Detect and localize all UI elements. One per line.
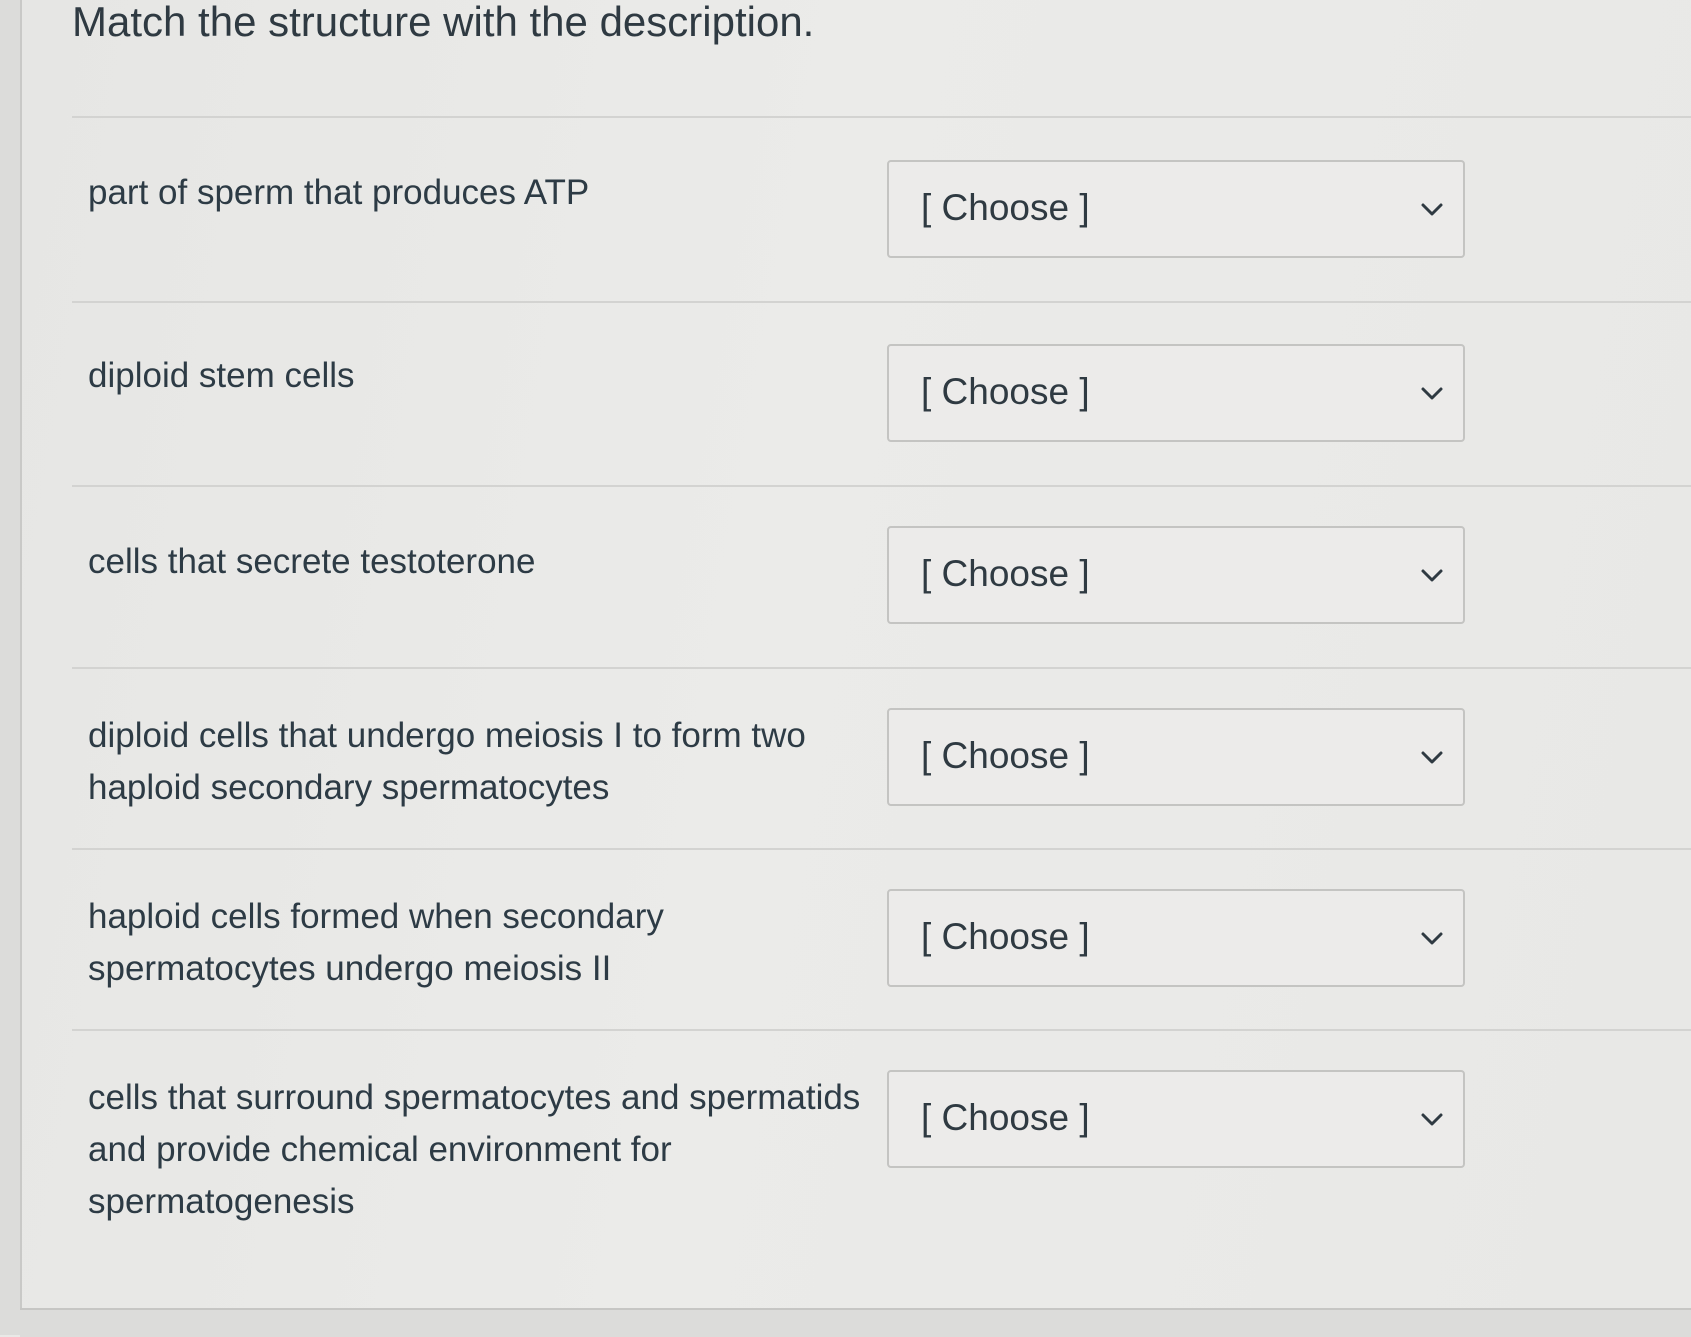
match-row: diploid cells that undergo meiosis I to … [72, 668, 1691, 848]
match-description: haploid cells formed when secondary sper… [88, 897, 664, 988]
chevron-down-icon [1421, 387, 1443, 400]
match-description: part of sperm that produces ATP [88, 173, 590, 212]
answer-dropdown[interactable]: [ Choose ] [887, 344, 1465, 442]
chevron-down-icon [1421, 569, 1443, 582]
match-description: diploid cells that undergo meiosis I to … [88, 716, 806, 807]
answer-dropdown[interactable]: [ Choose ] [887, 1070, 1465, 1168]
match-description: diploid stem cells [88, 356, 355, 395]
match-row: haploid cells formed when secondary sper… [72, 849, 1691, 1029]
dropdown-selected-value: [ Choose ] [921, 916, 1090, 957]
panel-bottom-border [20, 1308, 1691, 1337]
answer-dropdown[interactable]: [ Choose ] [887, 160, 1465, 258]
dropdown-selected-value: [ Choose ] [921, 187, 1090, 228]
answer-dropdown[interactable]: [ Choose ] [887, 526, 1465, 624]
panel-left-border [0, 0, 22, 1335]
dropdown-selected-value: [ Choose ] [921, 1097, 1090, 1138]
dropdown-selected-value: [ Choose ] [921, 735, 1090, 776]
match-row: part of sperm that produces ATP [ Choose… [72, 117, 1691, 301]
match-row: cells that secrete testoterone [ Choose … [72, 486, 1691, 667]
chevron-down-icon [1421, 203, 1443, 216]
match-description: cells that surround spermatocytes and sp… [88, 1078, 861, 1221]
dropdown-selected-value: [ Choose ] [921, 371, 1090, 412]
match-row: diploid stem cells [ Choose ] [72, 302, 1691, 485]
answer-dropdown[interactable]: [ Choose ] [887, 708, 1465, 806]
quiz-question-panel: Match the structure with the description… [0, 0, 1691, 1337]
question-title: Match the structure with the description… [72, 0, 815, 45]
chevron-down-icon [1421, 932, 1443, 945]
chevron-down-icon [1421, 1113, 1443, 1126]
match-row: cells that surround spermatocytes and sp… [72, 1030, 1691, 1308]
match-description: cells that secrete testoterone [88, 542, 536, 581]
answer-dropdown[interactable]: [ Choose ] [887, 889, 1465, 987]
chevron-down-icon [1421, 751, 1443, 764]
dropdown-selected-value: [ Choose ] [921, 553, 1090, 594]
